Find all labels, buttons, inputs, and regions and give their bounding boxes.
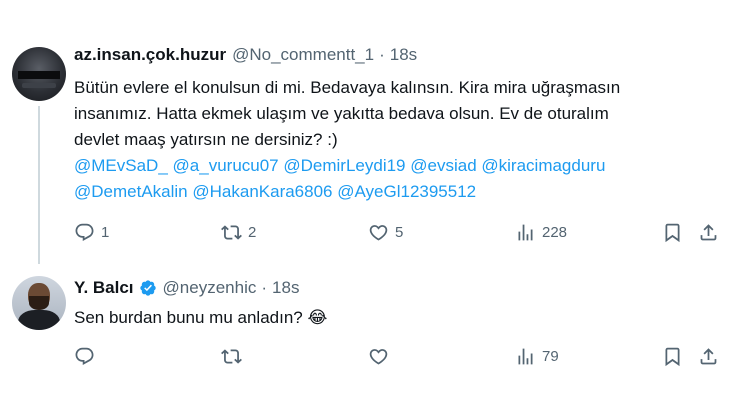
- retweet-count: 2: [248, 224, 257, 241]
- display-name[interactable]: az.insan.çok.huzur: [74, 45, 226, 65]
- like-count: 5: [395, 224, 404, 241]
- mention-link[interactable]: @evsiad: [410, 156, 476, 175]
- user-handle[interactable]: @No_commentt_1: [232, 45, 374, 65]
- mention-link[interactable]: @kiracimagduru: [481, 156, 605, 175]
- display-name[interactable]: Y. Balcı: [74, 278, 134, 298]
- thread-line: [38, 106, 40, 264]
- mentions-line-1: @MEvSaD_ @a_vurucu07 @DemirLeydi19 @evsi…: [74, 154, 605, 178]
- tweet-text-line-1: Bütün evlere el konulsun di mi. Bedavaya…: [74, 78, 621, 97]
- views-count: 79: [542, 348, 559, 365]
- heart-icon: [369, 349, 388, 365]
- reply-icon: [75, 347, 94, 365]
- tweet-text-line-2: insanımız. Hatta ekmek ulaşım ve yakıtta…: [74, 104, 609, 123]
- separator-dot: ·: [379, 45, 385, 64]
- timestamp[interactable]: 18s: [390, 45, 417, 65]
- mention-link[interactable]: @a_vurucu07: [173, 156, 279, 175]
- heart-icon: [369, 225, 388, 241]
- mention-link[interactable]: @DemirLeydi19: [283, 156, 405, 175]
- avatar-graphic: [18, 71, 60, 79]
- share-icon: [700, 224, 717, 241]
- retweet-icon: [221, 349, 242, 364]
- tweet-actions: 79: [74, 346, 724, 372]
- like-button[interactable]: 5: [368, 222, 403, 243]
- views-button[interactable]: 79: [515, 346, 559, 367]
- separator-dot: ·: [261, 278, 268, 297]
- retweet-button[interactable]: 2: [221, 222, 256, 243]
- views-button[interactable]: 228: [515, 222, 567, 243]
- tweet-text: Sen burdan bunu mu anladın? 😂: [74, 308, 328, 327]
- mention-link[interactable]: @HakanKara6806: [192, 182, 332, 201]
- reply-icon: [75, 223, 94, 241]
- like-button[interactable]: [368, 346, 389, 367]
- views-icon: [518, 224, 533, 241]
- share-button[interactable]: [698, 222, 719, 243]
- bookmark-icon: [665, 223, 680, 243]
- tweet-actions: 1 2 5 228: [74, 222, 724, 248]
- tweet-text-line-3: devlet maaş yatırsın ne dersiniz? :): [74, 130, 338, 149]
- avatar-graphic-beard: [29, 296, 49, 310]
- views-icon: [518, 348, 533, 365]
- reply-count: 1: [101, 224, 110, 241]
- avatar[interactable]: [12, 276, 66, 330]
- mention-link[interactable]: @MEvSaD_: [74, 156, 168, 175]
- reply-button[interactable]: 1: [74, 222, 109, 243]
- tweet-header: az.insan.çok.huzur @No_commentt_1 · 18s: [74, 45, 417, 65]
- mention-link[interactable]: @AyeGl12395512: [337, 182, 476, 201]
- bookmark-icon: [665, 347, 680, 367]
- avatar-graphic: [18, 310, 60, 330]
- reply-button[interactable]: [74, 346, 95, 367]
- timestamp[interactable]: 18s: [272, 278, 299, 298]
- avatar[interactable]: [12, 47, 66, 101]
- avatar-graphic-detail: [22, 83, 56, 88]
- bookmark-button[interactable]: [662, 346, 683, 367]
- verified-badge-icon: [139, 280, 156, 296]
- retweet-button[interactable]: [221, 346, 242, 367]
- retweet-icon: [221, 225, 242, 240]
- share-button[interactable]: [698, 346, 719, 367]
- views-count: 228: [542, 224, 568, 241]
- share-icon: [700, 348, 717, 365]
- mentions-line-2: @DemetAkalin @HakanKara6806 @AyeGl123955…: [74, 180, 476, 204]
- tweet-header: Y. Balcı @neyzenhic · 18s: [74, 278, 299, 298]
- bookmark-button[interactable]: [662, 222, 683, 243]
- mention-link[interactable]: @DemetAkalin: [74, 182, 188, 201]
- user-handle[interactable]: @neyzenhic: [163, 278, 257, 298]
